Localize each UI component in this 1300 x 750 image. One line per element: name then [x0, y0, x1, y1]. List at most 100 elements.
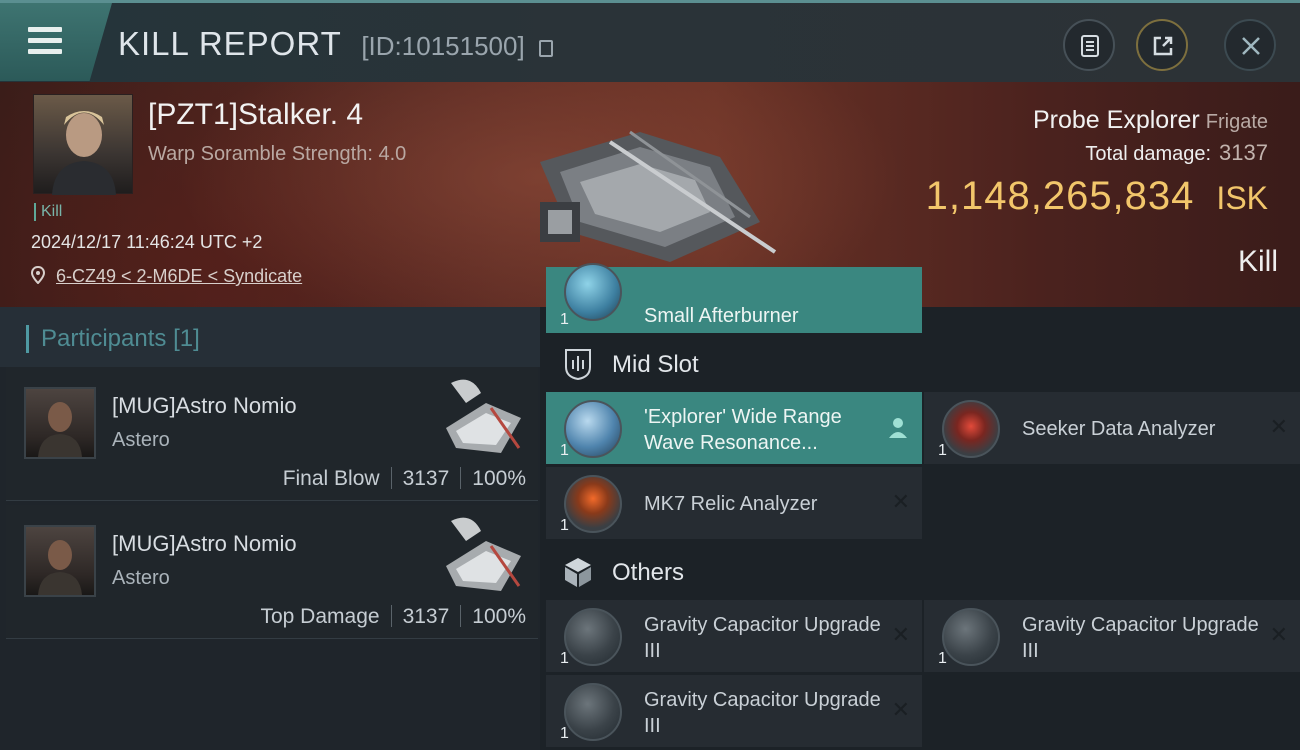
- kill-tag: Kill: [34, 203, 62, 221]
- participants-header: Participants [1]: [0, 307, 540, 367]
- isk-value: 1,148,265,834 ISK: [926, 174, 1268, 219]
- module-quantity: 1: [560, 517, 569, 534]
- participant-avatar[interactable]: [24, 525, 96, 597]
- module-quantity: 1: [560, 311, 569, 328]
- x-icon[interactable]: ✕: [892, 697, 910, 723]
- total-damage-value: 3137: [1219, 140, 1268, 165]
- location-link[interactable]: 6-CZ49 < 2-M6DE < Syndicate: [56, 266, 302, 286]
- module-name: MK7 Relic Analyzer: [644, 493, 818, 515]
- hamburger-icon: [28, 27, 62, 32]
- hamburger-icon-bar: [28, 38, 62, 43]
- kill-location[interactable]: 6-CZ49 < 2-M6DE < Syndicate: [30, 265, 302, 287]
- divider: [390, 605, 392, 627]
- kill-datetime: 2024/12/17 11:46:24 UTC +2: [31, 232, 263, 252]
- victim-ship-image: [540, 130, 777, 262]
- participant-name[interactable]: [MUG]Astro Nomio: [112, 531, 297, 557]
- victim-ship[interactable]: Probe Explorer Frigate: [1033, 106, 1268, 135]
- pilot-avatar: [38, 402, 82, 457]
- divider: [460, 605, 462, 627]
- participant-stats: Top Damage 3137 100%: [260, 605, 526, 629]
- module-name: Small Afterburner: [644, 305, 799, 327]
- module-name: Gravity Capacitor Upgrade III: [644, 689, 881, 737]
- location-pin-icon: [30, 265, 46, 285]
- isk-unit: ISK: [1216, 180, 1268, 216]
- participants-title-text: Participants: [41, 325, 167, 352]
- participant-ship-image: [446, 517, 521, 591]
- module-quantity: 1: [938, 650, 947, 667]
- participant-row[interactable]: [MUG]Astro Nomio Astero Final Blow 3137 10…: [6, 367, 538, 501]
- module-name: Gravity Capacitor Upgrade III: [1022, 614, 1259, 662]
- module-name: Gravity Capacitor Upgrade III: [644, 614, 881, 662]
- participants-count: [1]: [173, 325, 200, 352]
- close-button[interactable]: [1224, 19, 1276, 71]
- participant-role: Top Damage: [260, 605, 380, 628]
- participant-avatar[interactable]: [24, 387, 96, 459]
- result-label: Kill: [1237, 245, 1278, 278]
- afterburner-icon: [564, 263, 622, 321]
- hamburger-icon-bar: [28, 49, 62, 54]
- pilot-avatar: [38, 540, 82, 595]
- module-item[interactable]: 1 Small Afterburner: [546, 263, 922, 333]
- top-bar: KILL REPORT [ID:10151500]: [0, 0, 1300, 82]
- participant-ship: Astero: [112, 429, 170, 451]
- victim-name[interactable]: [PZT1]Stalker. 4: [148, 98, 363, 132]
- others-title: Others: [612, 559, 685, 586]
- gravity-capacitor-icon: [564, 683, 622, 741]
- participant-ship: Astero: [112, 567, 170, 589]
- module-item[interactable]: 1 Gravity Capacitor Upgrade III ✕: [546, 675, 922, 747]
- page-title-text: KILL REPORT: [118, 25, 342, 62]
- module-item[interactable]: 1 'Explorer' Wide Range Wave Resonance..…: [546, 392, 922, 464]
- mid-slot-header: Mid Slot: [540, 339, 1300, 389]
- participant-stats: Final Blow 3137 100%: [283, 467, 526, 491]
- page-title: KILL REPORT [ID:10151500]: [118, 25, 553, 63]
- module-quantity: 1: [938, 442, 947, 459]
- warp-scramble-strength: Warp Soramble Strength: 4.0: [148, 143, 407, 165]
- share-button[interactable]: [1136, 19, 1188, 71]
- gravity-capacitor-icon: [564, 608, 622, 666]
- mid-slot-title: Mid Slot: [612, 351, 699, 378]
- fittings-panel: 1 Small Afterburner Mid Slot 1 'Explorer…: [540, 263, 1300, 750]
- x-icon[interactable]: ✕: [1270, 414, 1288, 440]
- module-name: Seeker Data Analyzer: [1022, 418, 1216, 440]
- x-icon[interactable]: ✕: [892, 622, 910, 648]
- module-item[interactable]: 1 Seeker Data Analyzer ✕: [924, 392, 1300, 464]
- person-icon[interactable]: [888, 416, 908, 440]
- module-item[interactable]: 1 MK7 Relic Analyzer ✕: [546, 467, 922, 539]
- share-icon: [1153, 36, 1173, 56]
- module-quantity: 1: [560, 650, 569, 667]
- total-damage-label: Total damage:: [1085, 143, 1212, 165]
- ship-name: Probe Explorer: [1033, 106, 1200, 134]
- pilot-avatar: [52, 111, 116, 195]
- participant-role: Final Blow: [282, 467, 380, 490]
- cube-icon: [565, 558, 591, 587]
- participant-damage: 3137: [402, 605, 450, 628]
- copy-icon[interactable]: [538, 40, 553, 57]
- participant-percent: 100%: [472, 467, 526, 490]
- close-icon: [1242, 37, 1260, 55]
- menu-button[interactable]: [0, 3, 112, 81]
- x-icon[interactable]: ✕: [892, 489, 910, 515]
- participants-title: Participants [1]: [26, 325, 200, 353]
- participant-row[interactable]: [MUG]Astro Nomio Astero Top Damage 3137 10…: [6, 505, 538, 639]
- participants-panel: Participants [1] [MUG]Astro Nomio Astero…: [0, 307, 540, 750]
- module-quantity: 1: [560, 442, 569, 459]
- gravity-capacitor-icon: [942, 608, 1000, 666]
- module-name: 'Explorer' Wide Range Wave Resonance...: [644, 406, 842, 454]
- mid-slot-icon: [565, 349, 591, 381]
- clipboard-button[interactable]: [1063, 19, 1115, 71]
- report-id: [ID:10151500]: [361, 31, 525, 61]
- participant-name[interactable]: [MUG]Astro Nomio: [112, 393, 297, 419]
- data-analyzer-icon: [942, 400, 1000, 458]
- participant-percent: 100%: [472, 605, 526, 628]
- divider: [460, 467, 462, 489]
- module-item[interactable]: 1 Gravity Capacitor Upgrade III ✕: [924, 600, 1300, 672]
- participant-damage: 3137: [402, 467, 450, 490]
- total-damage: Total damage: 3137: [1085, 140, 1268, 166]
- scanner-probe-launcher-icon: [564, 400, 622, 458]
- module-quantity: 1: [560, 725, 569, 742]
- others-header: Others: [540, 547, 1300, 597]
- isk-amount: 1,148,265,834: [925, 174, 1195, 218]
- module-item[interactable]: 1 Gravity Capacitor Upgrade III ✕: [546, 600, 922, 672]
- victim-portrait[interactable]: [33, 94, 133, 195]
- x-icon[interactable]: ✕: [1270, 622, 1288, 648]
